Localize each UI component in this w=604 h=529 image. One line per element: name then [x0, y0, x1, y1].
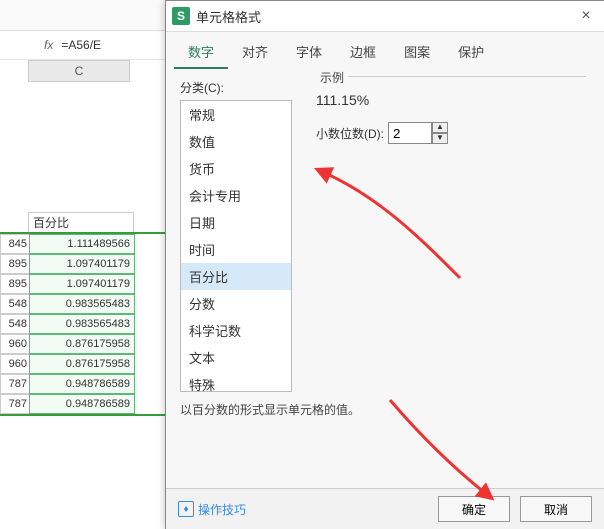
decimal-places-label: 小数位数(D):: [316, 125, 384, 142]
category-item[interactable]: 文本: [181, 344, 291, 371]
category-item[interactable]: 货币: [181, 155, 291, 182]
dialog-tabs: 数字对齐字体边框图案保护: [166, 32, 604, 69]
cell-col-c[interactable]: 1.111489566: [29, 234, 135, 254]
sample-group: 示例 111.15%: [316, 76, 586, 108]
spinner-down-icon[interactable]: ▼: [432, 133, 448, 144]
sample-value: 111.15%: [316, 92, 586, 108]
cell-col-b[interactable]: 548: [0, 294, 29, 314]
category-item[interactable]: 数值: [181, 128, 291, 155]
cell-col-b[interactable]: 548: [0, 314, 29, 334]
cell-col-c[interactable]: 0.948786589: [29, 394, 135, 414]
cell-header[interactable]: 百分比: [28, 212, 134, 234]
selected-range[interactable]: 8451.1114895668951.0974011798951.0974011…: [0, 234, 170, 414]
category-item[interactable]: 常规: [181, 101, 291, 128]
fx-icon[interactable]: fx: [44, 38, 53, 52]
close-icon[interactable]: ×: [568, 7, 604, 25]
dialog-footer: ♦ 操作技巧 确定 取消: [166, 488, 604, 529]
format-cells-dialog: S 单元格格式 × 数字对齐字体边框图案保护 分类(C): 常规数值货币会计专用…: [165, 0, 604, 529]
name-box[interactable]: [6, 36, 36, 54]
tips-link[interactable]: ♦ 操作技巧: [178, 501, 246, 518]
category-item[interactable]: 特殊: [181, 371, 291, 392]
category-item[interactable]: 日期: [181, 209, 291, 236]
cell-col-b[interactable]: 895: [0, 254, 29, 274]
cell-col-b[interactable]: 845: [0, 234, 29, 254]
category-list[interactable]: 常规数值货币会计专用日期时间百分比分数科学记数文本特殊自定义: [180, 100, 292, 392]
tips-label: 操作技巧: [198, 501, 246, 518]
cell-col-c[interactable]: 0.876175958: [29, 334, 135, 354]
cell-col-b[interactable]: 895: [0, 274, 29, 294]
cell-col-b[interactable]: 960: [0, 354, 29, 374]
worksheet-fragment: C 百分比 8451.1114895668951.0974011798951.0…: [0, 60, 170, 414]
cancel-button[interactable]: 取消: [520, 496, 592, 522]
cell-col-b[interactable]: 787: [0, 394, 29, 414]
tab-2[interactable]: 字体: [282, 36, 336, 69]
cell-col-c[interactable]: 0.983565483: [29, 294, 135, 314]
category-item[interactable]: 科学记数: [181, 317, 291, 344]
category-item[interactable]: 百分比: [181, 263, 291, 290]
cell-col-b[interactable]: 960: [0, 334, 29, 354]
cell-col-c[interactable]: 1.097401179: [29, 254, 135, 274]
category-item[interactable]: 会计专用: [181, 182, 291, 209]
column-header-c[interactable]: C: [28, 60, 130, 82]
tab-0[interactable]: 数字: [174, 36, 228, 69]
category-item[interactable]: 时间: [181, 236, 291, 263]
dialog-title: 单元格格式: [196, 7, 568, 26]
ok-button[interactable]: 确定: [438, 496, 510, 522]
dialog-titlebar: S 单元格格式 ×: [166, 1, 604, 32]
cell-col-c[interactable]: 0.983565483: [29, 314, 135, 334]
sample-label: 示例: [316, 69, 348, 86]
decimal-spinner[interactable]: ▲ ▼: [432, 122, 448, 144]
category-item[interactable]: 分数: [181, 290, 291, 317]
cell-col-b[interactable]: 787: [0, 374, 29, 394]
cell-col-c[interactable]: 0.948786589: [29, 374, 135, 394]
spinner-up-icon[interactable]: ▲: [432, 122, 448, 133]
tab-1[interactable]: 对齐: [228, 36, 282, 69]
tab-5[interactable]: 保护: [444, 36, 498, 69]
decimal-places-input[interactable]: [388, 122, 432, 144]
app-icon: S: [172, 7, 190, 25]
cell-col-c[interactable]: 1.097401179: [29, 274, 135, 294]
format-description: 以百分数的形式显示单元格的值。: [180, 401, 360, 418]
formula-input[interactable]: =A56/E: [61, 38, 101, 52]
tab-3[interactable]: 边框: [336, 36, 390, 69]
tab-4[interactable]: 图案: [390, 36, 444, 69]
tips-icon: ♦: [178, 501, 194, 517]
cell-col-c[interactable]: 0.876175958: [29, 354, 135, 374]
